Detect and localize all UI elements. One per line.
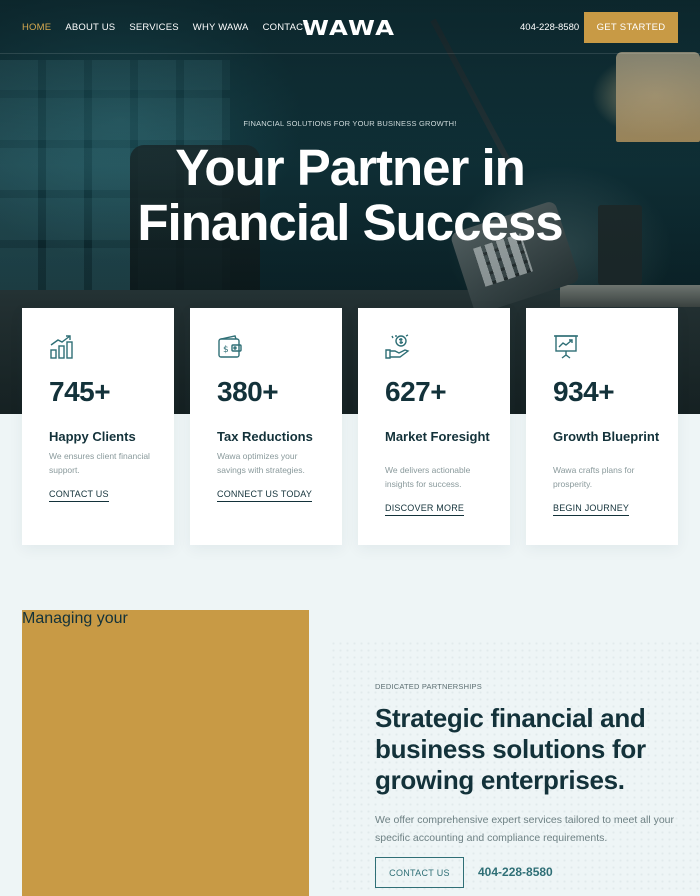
- stat-link-begin-journey[interactable]: BEGIN JOURNEY: [553, 503, 630, 516]
- money-hand-icon: [385, 334, 410, 359]
- wallet-icon: $: [218, 335, 242, 358]
- get-started-button[interactable]: GET STARTED: [584, 12, 678, 43]
- photo-caption-box: Managing your: [22, 610, 309, 896]
- nav-link-home[interactable]: HOME: [22, 22, 51, 33]
- nav-phone-number[interactable]: 404-228-8580: [520, 22, 579, 33]
- section-phone-number[interactable]: 404-228-8580: [478, 865, 553, 879]
- stat-description: We delivers actionable insights for succ…: [385, 465, 471, 489]
- stat-link-contact-us[interactable]: CONTACT US: [49, 489, 109, 502]
- stat-card-growth-blueprint: 934+ Growth Blueprint Wawa crafts plans …: [526, 308, 678, 545]
- section-eyebrow: DEDICATED PARTNERSHIPS: [375, 682, 482, 691]
- photo-caption: Managing your: [22, 610, 128, 627]
- contact-us-button[interactable]: CONTACT US: [375, 857, 464, 888]
- hero-eyebrow: FINANCIAL SOLUTIONS FOR YOUR BUSINESS GR…: [243, 119, 457, 128]
- stat-number: 745+: [49, 376, 111, 407]
- stat-link-connect-us[interactable]: CONNECT US TODAY: [217, 489, 313, 502]
- site-logo[interactable]: WAWA: [302, 16, 395, 40]
- nav-links: HOME ABOUT US SERVICES WHY WAWA CONTACT: [22, 22, 309, 33]
- stat-description: Wawa optimizes your savings with strateg…: [217, 451, 305, 475]
- stat-number: 934+: [553, 376, 615, 407]
- hero-title: Your Partner in Financial Success: [0, 140, 700, 250]
- section-description: We offer comprehensive expert services t…: [375, 814, 674, 844]
- nav-link-about[interactable]: ABOUT US: [65, 22, 115, 33]
- stat-card-happy-clients: 745+ Happy Clients We ensures client fin…: [22, 308, 174, 545]
- svg-text:$: $: [223, 345, 229, 355]
- nav-link-services[interactable]: SERVICES: [129, 22, 178, 33]
- stat-title: Growth Blueprint: [553, 429, 660, 444]
- nav-link-why[interactable]: WHY WAWA: [193, 22, 249, 33]
- stat-title: Happy Clients: [49, 429, 136, 444]
- stat-link-discover-more[interactable]: DISCOVER MORE: [385, 503, 465, 516]
- stat-number: 627+: [385, 376, 447, 407]
- stat-title: Tax Reductions: [217, 429, 313, 444]
- top-navigation: HOME ABOUT US SERVICES WHY WAWA CONTACT …: [0, 0, 700, 54]
- section-title: Strategic financial and business solutio…: [375, 703, 646, 795]
- hero-title-line1: Your Partner in: [175, 139, 526, 196]
- presentation-icon: [554, 335, 578, 359]
- stat-number: 380+: [217, 376, 279, 407]
- stat-title: Market Foresight: [385, 429, 490, 444]
- hero-title-line2: Financial Success: [137, 194, 563, 251]
- stat-card-market-foresight: 627+ Market Foresight We delivers action…: [358, 308, 510, 545]
- stat-description: We ensures client financial support.: [49, 451, 150, 475]
- stat-card-tax-reductions: $ 380+ Tax Reductions Wawa optimizes you…: [190, 308, 342, 545]
- stat-description: Wawa crafts plans for prosperity.: [553, 465, 635, 489]
- bar-chart-icon: [50, 335, 73, 359]
